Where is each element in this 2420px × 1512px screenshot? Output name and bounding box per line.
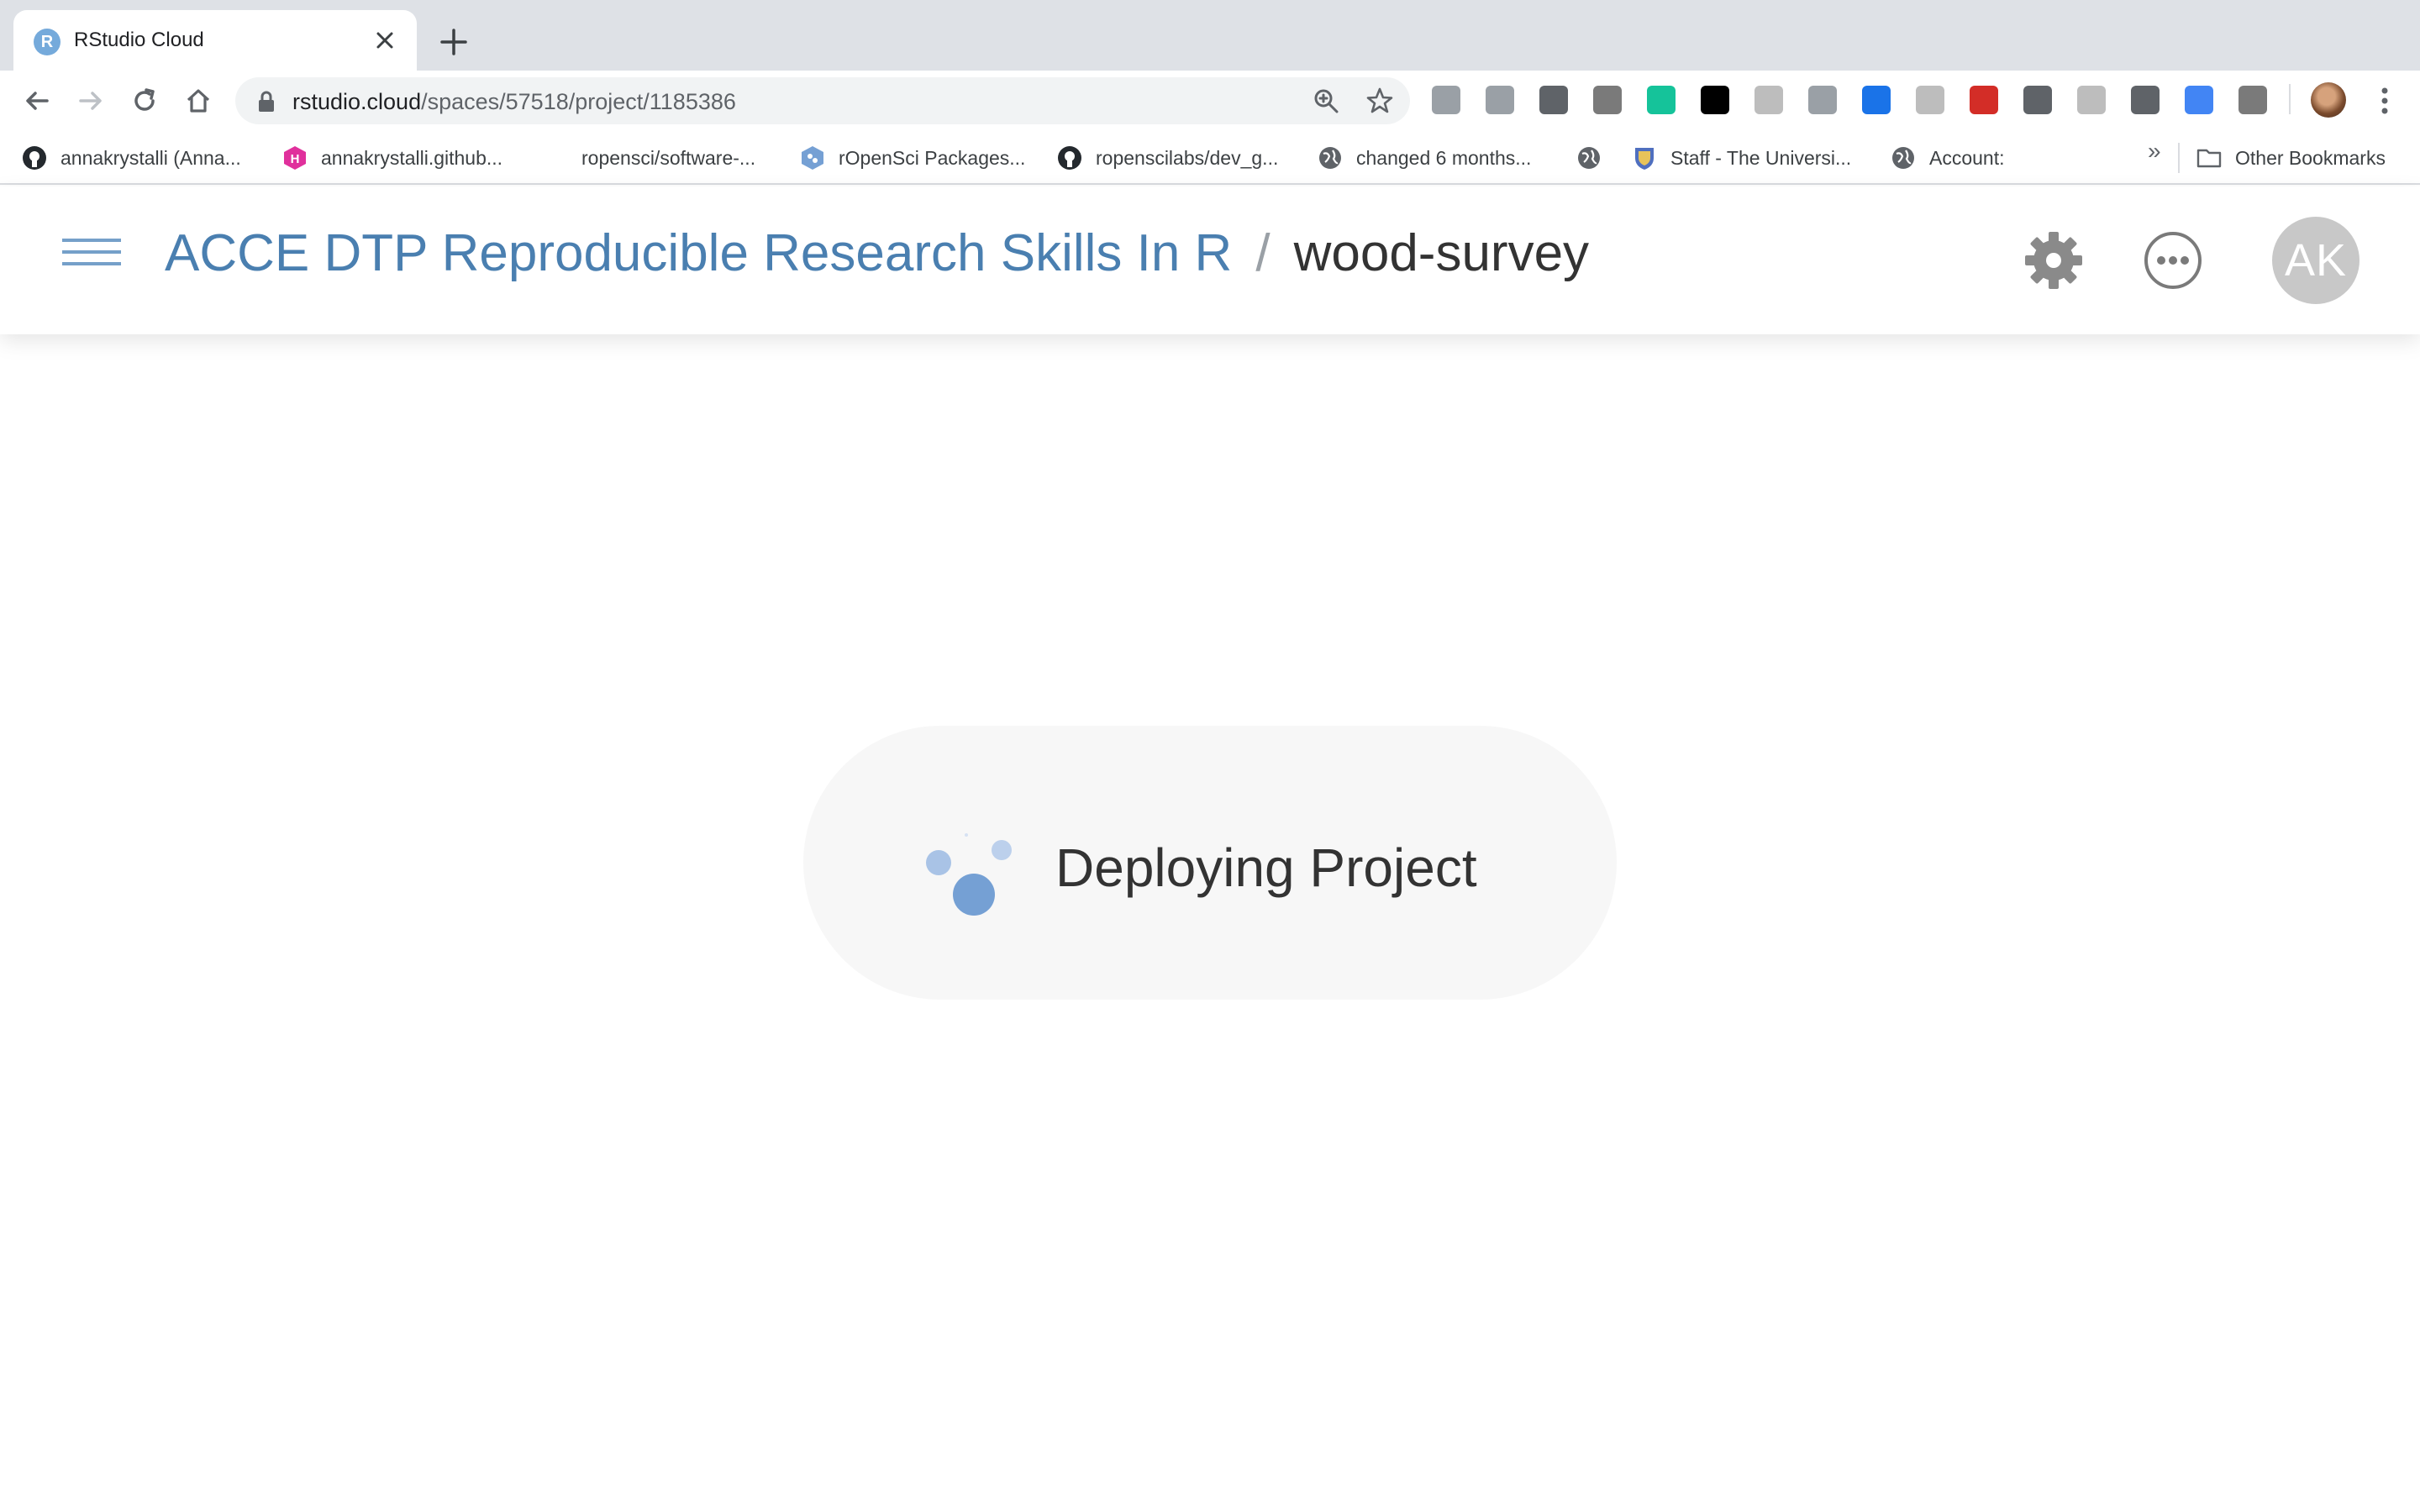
globe-icon bbox=[1319, 147, 1341, 169]
bookmarks-divider bbox=[2178, 143, 2180, 173]
hamburger-menu-icon[interactable] bbox=[62, 239, 121, 272]
ropensci-icon bbox=[802, 146, 823, 170]
bookmark-item[interactable]: rOpenSci Packages... bbox=[800, 143, 1025, 173]
globe-icon bbox=[1578, 147, 1600, 169]
browser-tab-strip: R RStudio Cloud bbox=[0, 0, 2420, 71]
gear-icon[interactable] bbox=[2023, 230, 2084, 291]
eyedropper-icon[interactable] bbox=[2023, 86, 2052, 114]
browser-toolbar: rstudio.cloud/spaces/57518/project/11853… bbox=[0, 71, 2420, 131]
bookmark-item[interactable]: Staff - The Universi... bbox=[1632, 143, 1851, 173]
forward-arrow-icon[interactable] bbox=[74, 84, 108, 118]
reload-icon[interactable] bbox=[128, 84, 161, 118]
breadcrumb: ACCE DTP Reproducible Research Skills In… bbox=[165, 223, 1589, 283]
folder-icon bbox=[2196, 149, 2222, 168]
hypothesis-icon[interactable] bbox=[1539, 86, 1568, 114]
exclaim-extension-icon[interactable] bbox=[1808, 86, 1837, 114]
url-text: rstudio.cloud/spaces/57518/project/11853… bbox=[292, 89, 736, 115]
bookmark-item[interactable] bbox=[1576, 143, 1615, 173]
google-translate-icon[interactable] bbox=[2185, 86, 2213, 114]
more-options-icon[interactable] bbox=[2143, 230, 2203, 291]
bookmark-item[interactable]: changed 6 months... bbox=[1318, 143, 1531, 173]
star-bookmark-icon[interactable] bbox=[1365, 86, 1395, 116]
browser-profile-avatar[interactable] bbox=[2311, 82, 2346, 118]
lock-extension-icon[interactable] bbox=[1701, 86, 1729, 114]
breadcrumb-separator: / bbox=[1255, 224, 1270, 282]
user-avatar[interactable]: AK bbox=[2272, 217, 2360, 304]
close-tab-icon[interactable] bbox=[370, 25, 400, 55]
ghostery-icon[interactable] bbox=[1432, 86, 1460, 114]
github-icon bbox=[23, 146, 46, 170]
bookmark-label: Staff - The Universi... bbox=[1670, 146, 1852, 169]
toolbar-divider bbox=[2289, 84, 2291, 114]
university-shield-icon bbox=[1635, 148, 1654, 170]
bi-extension-icon[interactable] bbox=[1754, 86, 1783, 114]
grammarly-icon[interactable] bbox=[1647, 86, 1676, 114]
loading-spinner-icon bbox=[926, 833, 1017, 917]
tab-title: RStudio Cloud bbox=[74, 29, 204, 51]
zotero-icon[interactable] bbox=[1593, 86, 1622, 114]
bookmark-label: ropenscilabs/dev_g... bbox=[1096, 146, 1279, 169]
rmd-extension-icon[interactable] bbox=[2077, 86, 2106, 114]
bookmark-item[interactable]: ropenscilabs/dev_g... bbox=[1057, 143, 1278, 173]
library-icon[interactable] bbox=[1862, 86, 1891, 114]
bookmark-label: annakrystalli (Anna... bbox=[60, 146, 241, 169]
new-tab-icon[interactable] bbox=[437, 25, 471, 59]
browser-tab[interactable]: R RStudio Cloud bbox=[13, 10, 417, 71]
bookmark-item[interactable]: annakrystalli (Anna... bbox=[22, 143, 241, 173]
other-bookmarks-label: Other Bookmarks bbox=[2235, 146, 2386, 169]
deploying-status-card: Deploying Project bbox=[803, 726, 1617, 1000]
circle-extension-icon[interactable] bbox=[2238, 86, 2267, 114]
url-host: rstudio.cloud bbox=[292, 89, 422, 114]
bookmark-label: changed 6 months... bbox=[1356, 146, 1532, 169]
bookmark-label: Account: bbox=[1929, 146, 2005, 169]
bookmarks-bar: annakrystalli (Anna... H annakrystalli.g… bbox=[0, 131, 2420, 185]
bookmark-item[interactable]: ropensci/software-... bbox=[581, 143, 755, 173]
hexo-icon: H bbox=[284, 146, 306, 170]
bookmark-label: ropensci/software-... bbox=[581, 146, 756, 169]
url-path: /spaces/57518/project/1185386 bbox=[421, 89, 736, 114]
rstudio-icon: R bbox=[34, 29, 60, 55]
browser-menu-icon[interactable] bbox=[2370, 84, 2400, 118]
other-bookmarks[interactable]: Other Bookmarks bbox=[2196, 143, 2386, 173]
bookmark-label: annakrystalli.github... bbox=[321, 146, 503, 169]
lock-icon[interactable] bbox=[257, 91, 276, 113]
github-icon bbox=[1058, 146, 1081, 170]
dropbox-icon[interactable] bbox=[1486, 86, 1514, 114]
breadcrumb-project-name: wood-survey bbox=[1293, 224, 1590, 282]
lastpass-icon[interactable] bbox=[1970, 86, 1998, 114]
medium-icon[interactable] bbox=[2131, 86, 2160, 114]
svg-text:H: H bbox=[291, 152, 300, 166]
back-arrow-icon[interactable] bbox=[20, 84, 54, 118]
home-icon[interactable] bbox=[182, 84, 215, 118]
address-bar[interactable]: rstudio.cloud/spaces/57518/project/11853… bbox=[235, 77, 1410, 124]
app-header: ACCE DTP Reproducible Research Skills In… bbox=[0, 186, 2420, 334]
zoom-icon[interactable] bbox=[1311, 86, 1341, 116]
bookmarks-overflow-chevron[interactable]: » bbox=[2148, 138, 2161, 165]
globe-icon bbox=[1892, 147, 1914, 169]
bookmark-item[interactable]: H annakrystalli.github... bbox=[282, 143, 502, 173]
google-icon[interactable] bbox=[1916, 86, 1944, 114]
deploying-message: Deploying Project bbox=[1055, 837, 1477, 898]
bookmark-item[interactable]: Account: bbox=[1891, 143, 2005, 173]
breadcrumb-space-link[interactable]: ACCE DTP Reproducible Research Skills In… bbox=[165, 223, 1232, 283]
bookmark-label: rOpenSci Packages... bbox=[839, 146, 1026, 169]
